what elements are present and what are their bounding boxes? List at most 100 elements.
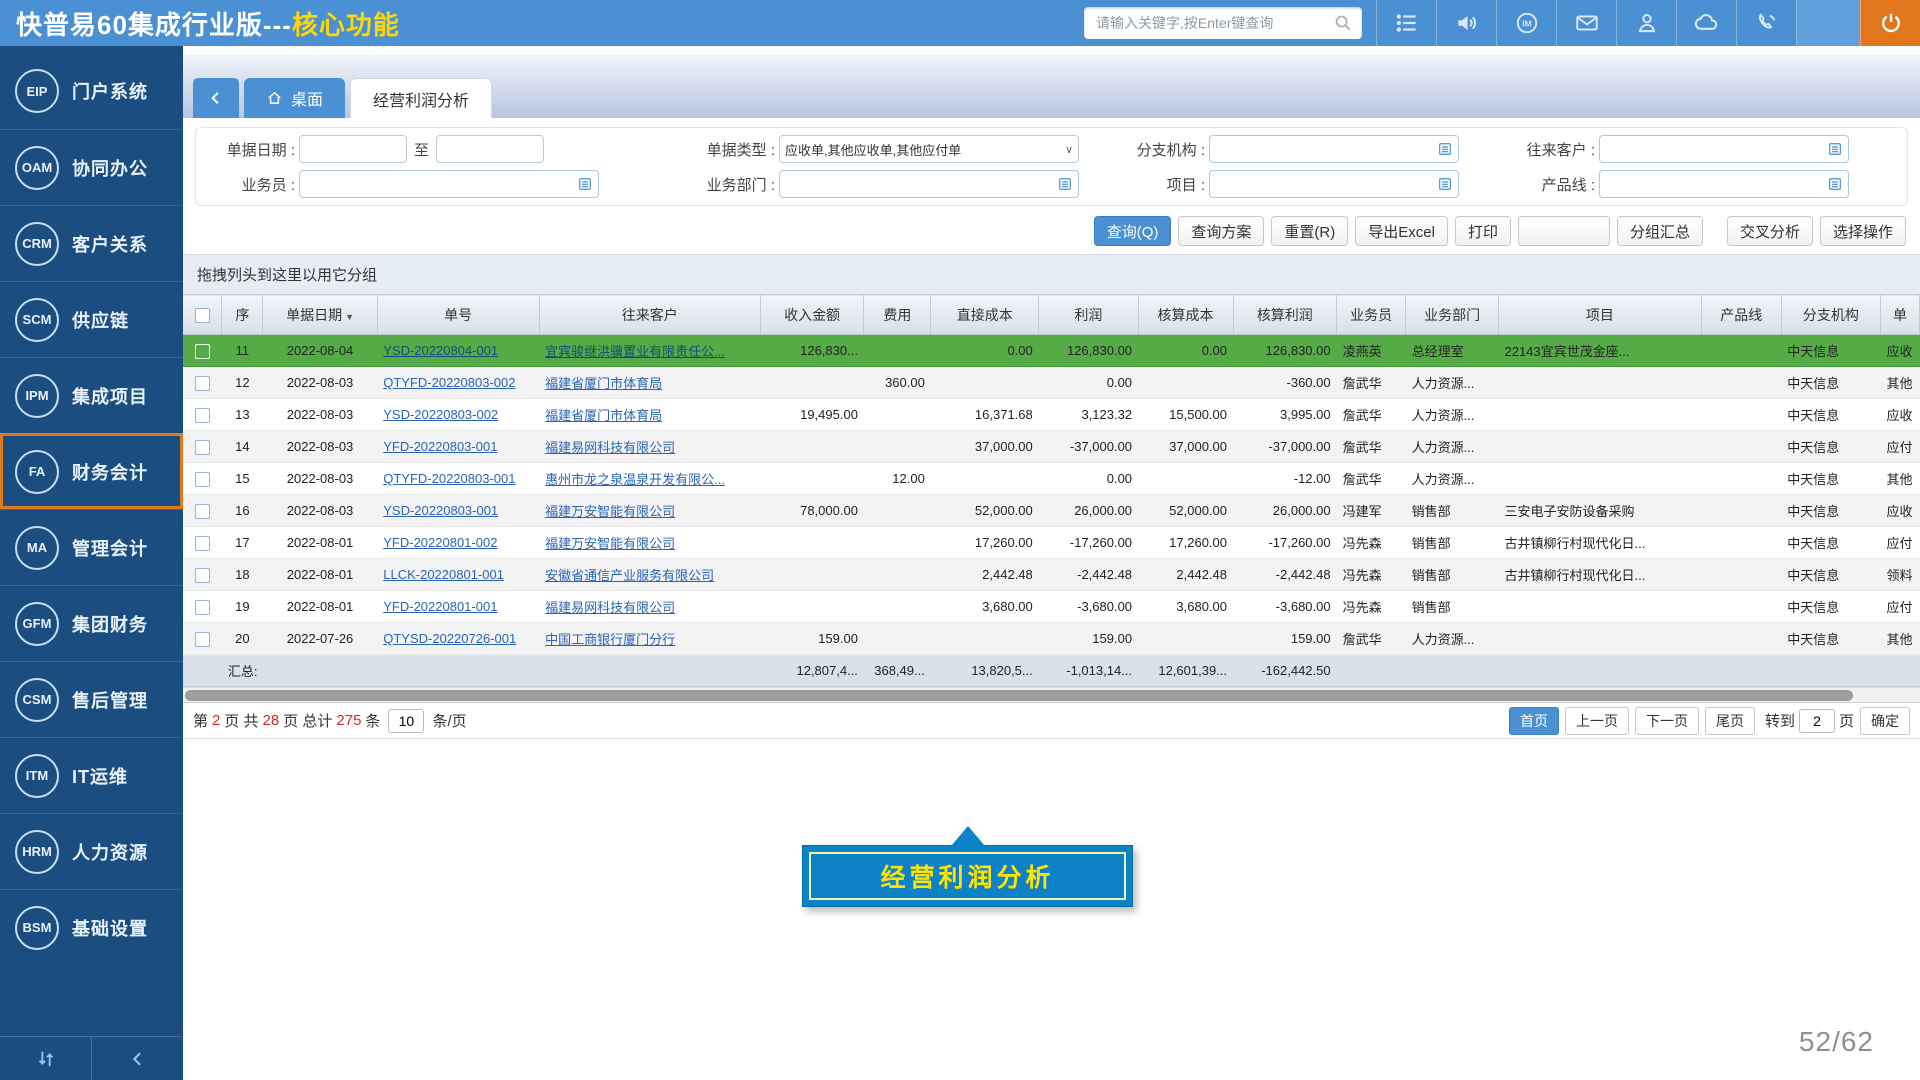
customer-link[interactable]: 福建易网科技有限公司 [545,600,675,615]
table-row[interactable]: 142022-08-03YFD-20220803-001福建易网科技有限公司37… [183,431,1920,463]
doc_no-link[interactable]: YFD-20220801-002 [383,535,497,550]
customer-link[interactable]: 福建易网科技有限公司 [545,440,675,455]
sidebar-item-hrm[interactable]: HRM人力资源 [0,813,183,889]
sidebar-item-oam[interactable]: OAM协同办公 [0,129,183,205]
row-checkbox[interactable] [195,472,210,487]
toolbar-button-2[interactable]: 重置(R) [1271,216,1348,246]
table-row[interactable]: 192022-08-01YFD-20220801-001福建易网科技有限公司3,… [183,591,1920,623]
sidebar-item-ipm[interactable]: IPM集成项目 [0,357,183,433]
user-icon[interactable] [1616,0,1676,46]
column-header-product_line[interactable]: 产品线 [1701,295,1781,335]
product-line-select[interactable] [1599,170,1849,198]
list-picker-icon[interactable] [1437,141,1453,157]
sidebar-item-bsm[interactable]: BSM基础设置 [0,889,183,965]
toolbar-button-0[interactable]: 查询(Q) [1094,216,1172,246]
sort-toggle-icon[interactable] [0,1037,91,1080]
sidebar-item-ma[interactable]: MA管理会计 [0,509,183,585]
column-header-direct_cost[interactable]: 直接成本 [931,295,1039,335]
back-button[interactable] [193,78,239,118]
list-menu-icon[interactable] [1376,0,1436,46]
column-header-project[interactable]: 项目 [1498,295,1701,335]
blank-button[interactable] [1796,0,1860,46]
row-checkbox[interactable] [195,536,210,551]
sidebar-item-eip[interactable]: EIP门户系统 [0,53,183,129]
toolbar-button-1[interactable]: 查询方案 [1178,216,1264,246]
toolbar-button-6[interactable]: 分组汇总 [1617,216,1703,246]
doc_no-link[interactable]: YSD-20220804-001 [383,343,498,358]
customer-link[interactable]: 福建万安智能有限公司 [545,504,675,519]
toolbar-button-3[interactable]: 导出Excel [1355,216,1448,246]
im-icon[interactable]: IM [1496,0,1556,46]
customer-link[interactable]: 福建万安智能有限公司 [545,536,675,551]
doc-date-from-input[interactable] [299,135,407,163]
column-header-profit_acct[interactable]: 核算利润 [1233,295,1337,335]
doc_no-link[interactable]: YSD-20220803-001 [383,503,498,518]
mail-icon[interactable] [1556,0,1616,46]
list-picker-icon[interactable] [1827,141,1843,157]
doc_no-link[interactable]: QTYFD-20220803-001 [383,471,515,486]
sidebar-item-gfm[interactable]: GFM集团财务 [0,585,183,661]
sidebar-item-fa[interactable]: FA财务会计 [0,433,183,509]
global-search[interactable] [1084,7,1362,39]
row-checkbox[interactable] [195,504,210,519]
doc-date-to-input[interactable] [436,135,544,163]
list-picker-icon[interactable] [1437,176,1453,192]
doc_no-link[interactable]: YFD-20220801-001 [383,599,497,614]
next-page-button[interactable]: 下一页 [1635,707,1699,735]
doc_no-link[interactable]: QTYFD-20220803-002 [383,375,515,390]
column-header-customer[interactable]: 往来客户 [539,295,760,335]
doc-type-select[interactable]: 应收单,其他应收单,其他应付单 ∨ [779,135,1079,163]
project-select[interactable] [1209,170,1459,198]
customer-select[interactable] [1599,135,1849,163]
confirm-goto-button[interactable]: 确定 [1860,707,1910,735]
column-header-income[interactable]: 收入金额 [760,295,864,335]
table-row[interactable]: 162022-08-03YSD-20220803-001福建万安智能有限公司78… [183,495,1920,527]
scrollbar-thumb[interactable] [185,690,1853,701]
table-row[interactable]: 172022-08-01YFD-20220801-002福建万安智能有限公司17… [183,527,1920,559]
customer-link[interactable]: 中国工商银行厦门分行 [545,632,675,647]
last-page-button[interactable]: 尾页 [1705,707,1755,735]
collapse-sidebar-icon[interactable] [91,1037,183,1080]
power-icon[interactable] [1860,0,1920,46]
customer-link[interactable]: 福建省厦门市体育局 [545,376,662,391]
group-drop-zone[interactable]: 拖拽列头到这里以用它分组 [183,254,1920,294]
row-checkbox[interactable] [195,600,210,615]
list-picker-icon[interactable] [1057,176,1073,192]
phone-icon[interactable] [1736,0,1796,46]
first-page-button[interactable]: 首页 [1509,707,1559,735]
customer-link[interactable]: 惠州市龙之泉温泉开发有限公... [545,472,725,487]
toolbar-blank-button[interactable] [1518,216,1610,246]
column-header-salesman[interactable]: 业务员 [1337,295,1406,335]
table-row[interactable]: 122022-08-03QTYFD-20220803-002福建省厦门市体育局3… [183,367,1920,399]
search-icon[interactable] [1332,12,1354,34]
column-header-dept[interactable]: 业务部门 [1406,295,1499,335]
toolbar-button-8[interactable]: 交叉分析 [1727,216,1813,246]
customer-link[interactable]: 宜宾骏继洪骥置业有限责任公... [545,344,725,359]
table-row[interactable]: 132022-08-03YSD-20220803-002福建省厦门市体育局19,… [183,399,1920,431]
row-checkbox[interactable] [195,376,210,391]
sidebar-item-scm[interactable]: SCM供应链 [0,281,183,357]
doc_no-link[interactable]: YFD-20220803-001 [383,439,497,454]
tab-desktop[interactable]: 桌面 [244,78,345,118]
column-header-seq[interactable]: 序 [222,295,263,335]
speaker-icon[interactable] [1436,0,1496,46]
column-header-date[interactable]: 单据日期▼ [263,295,377,335]
row-checkbox[interactable] [195,440,210,455]
goto-page-input[interactable] [1799,709,1835,733]
sidebar-item-crm[interactable]: CRM客户关系 [0,205,183,281]
search-input[interactable] [1096,15,1332,31]
prev-page-button[interactable]: 上一页 [1565,707,1629,735]
customer-link[interactable]: 福建省厦门市体育局 [545,408,662,423]
column-header-doc_type[interactable]: 单 [1881,295,1920,335]
row-checkbox[interactable] [195,632,210,647]
column-header-fee[interactable]: 费用 [864,295,931,335]
dept-select[interactable] [779,170,1079,198]
sidebar-item-csm[interactable]: CSM售后管理 [0,661,183,737]
column-header-doc_no[interactable]: 单号 [377,295,539,335]
column-header-cost_acct[interactable]: 核算成本 [1138,295,1233,335]
row-checkbox[interactable] [195,344,210,359]
branch-select[interactable] [1209,135,1459,163]
sidebar-item-itm[interactable]: ITMIT运维 [0,737,183,813]
row-checkbox[interactable] [195,408,210,423]
select-all-checkbox[interactable] [195,308,210,323]
